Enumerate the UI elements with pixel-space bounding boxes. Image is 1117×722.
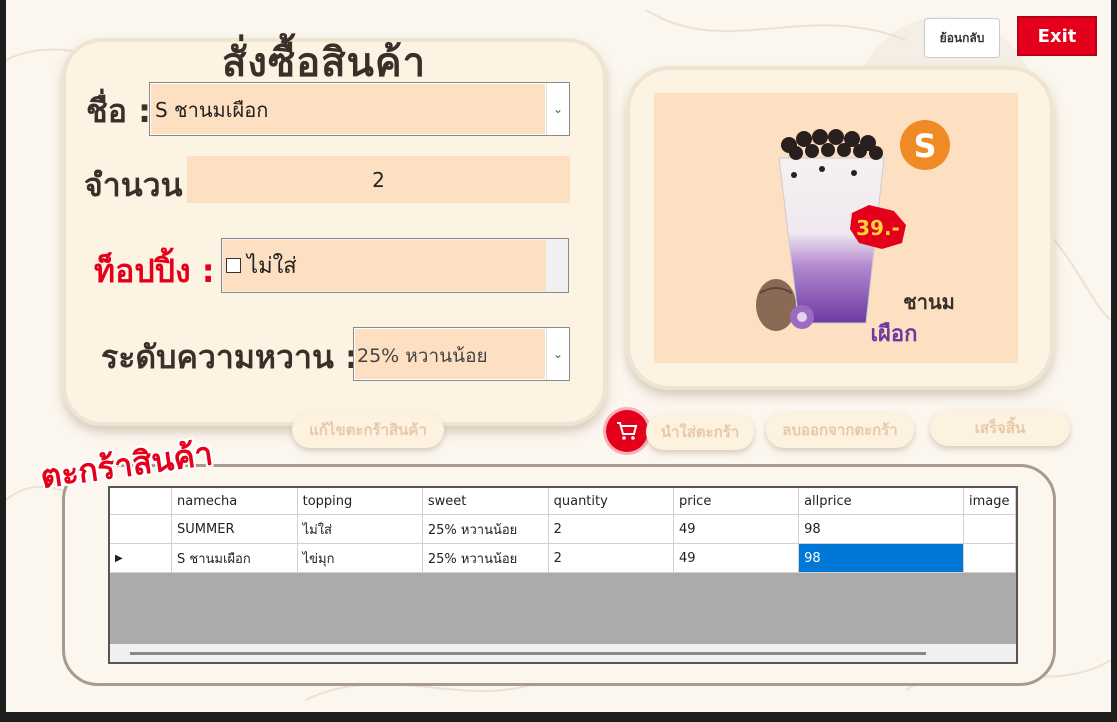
table-cell[interactable]: 49 bbox=[673, 543, 800, 573]
exit-button-label: Exit bbox=[1037, 25, 1077, 47]
column-header[interactable]: quantity bbox=[548, 488, 674, 515]
add-to-cart-label: นำใส่ตะกร้า bbox=[660, 423, 740, 441]
topping-item-label: ไม่ใส่ bbox=[247, 254, 297, 279]
remove-from-cart-label: ลบออกจากตะกร้า bbox=[782, 421, 898, 439]
table-cell[interactable] bbox=[963, 543, 1016, 573]
cart-icon[interactable] bbox=[606, 410, 648, 452]
name-select-value: S ชานมเผือก bbox=[151, 84, 545, 134]
table-cell[interactable]: ไม่ใส่ bbox=[297, 514, 423, 544]
chevron-down-icon[interactable]: ⌄ bbox=[546, 83, 569, 135]
table-cell[interactable]: S ชานมเผือก bbox=[171, 543, 298, 573]
table-cell[interactable]: 49 bbox=[673, 514, 800, 544]
chevron-down-icon[interactable]: ⌄ bbox=[546, 328, 569, 380]
table-cell[interactable]: 25% หวานน้อย bbox=[422, 543, 549, 573]
table-cell[interactable]: 2 bbox=[548, 543, 674, 573]
table-cell[interactable]: 98 bbox=[798, 514, 964, 544]
table-cell[interactable]: 2 bbox=[548, 514, 674, 544]
quantity-input[interactable]: 2 bbox=[187, 156, 570, 203]
svg-text:39.-: 39.- bbox=[856, 216, 900, 240]
product-image: S 39.- ชานม เผือก bbox=[654, 93, 1018, 363]
edit-cart-label: แก้ไขตะกร้าสินค้า bbox=[309, 421, 427, 439]
finish-button[interactable]: เสร็จสิ้น bbox=[930, 410, 1070, 446]
table-cell[interactable]: SUMMER bbox=[171, 514, 298, 544]
sweetness-select-value: 25% หวานน้อย bbox=[355, 329, 545, 379]
exit-button[interactable]: Exit bbox=[1017, 16, 1097, 56]
horizontal-scrollbar[interactable] bbox=[110, 644, 1016, 662]
topping-checkbox[interactable] bbox=[226, 258, 241, 273]
add-to-cart-button[interactable]: นำใส่ตะกร้า bbox=[646, 414, 754, 450]
row-header[interactable] bbox=[110, 514, 173, 544]
table-cell[interactable]: ไข่มุก bbox=[297, 543, 423, 573]
scrollbar-thumb[interactable] bbox=[130, 652, 926, 655]
remove-from-cart-button[interactable]: ลบออกจากตะกร้า bbox=[766, 412, 914, 448]
column-header[interactable]: allprice bbox=[798, 488, 964, 515]
bubble-tea-illustration: S 39.- ชานม เผือก bbox=[756, 120, 955, 347]
cart-table[interactable]: namecha topping sweet quantity price all… bbox=[108, 486, 1018, 664]
column-header[interactable]: sweet bbox=[422, 488, 549, 515]
column-header[interactable]: namecha bbox=[171, 488, 298, 515]
name-label: ชื่อ : bbox=[86, 92, 151, 130]
column-header[interactable]: image bbox=[963, 488, 1016, 515]
table-row[interactable]: ▶ S ชานมเผือก ไข่มุก 25% หวานน้อย 2 49 9… bbox=[110, 543, 1016, 573]
table-cell[interactable]: 25% หวานน้อย bbox=[422, 514, 549, 544]
sweetness-label: ระดับความหวาน : bbox=[101, 338, 358, 376]
order-window: สั่งซื้อสินค้า ชื่อ : S ชานมเผือก ⌄ จำนว… bbox=[6, 0, 1111, 712]
topping-list[interactable]: ไม่ใส่ bbox=[221, 238, 569, 293]
back-button[interactable]: ย้อนกลับ bbox=[924, 18, 1000, 58]
table-cell[interactable] bbox=[963, 514, 1016, 544]
svg-text:S: S bbox=[913, 127, 936, 165]
svg-text:เผือก: เผือก bbox=[871, 322, 918, 347]
back-button-label: ย้อนกลับ bbox=[939, 30, 985, 45]
row-header-current[interactable]: ▶ bbox=[110, 543, 173, 573]
quantity-label: จำนวน bbox=[84, 166, 183, 204]
table-header-row: namecha topping sweet quantity price all… bbox=[110, 488, 1016, 515]
sweetness-select[interactable]: 25% หวานน้อย ⌄ bbox=[353, 327, 570, 381]
column-header[interactable]: topping bbox=[297, 488, 423, 515]
name-select[interactable]: S ชานมเผือก ⌄ bbox=[149, 82, 570, 136]
topping-label: ท็อปปิ้ง : bbox=[94, 252, 215, 290]
table-row[interactable]: SUMMER ไม่ใส่ 25% หวานน้อย 2 49 98 bbox=[110, 514, 1016, 544]
topping-item[interactable]: ไม่ใส่ bbox=[223, 240, 546, 291]
selected-cell[interactable]: 98 bbox=[798, 543, 964, 573]
column-header[interactable]: price bbox=[673, 488, 800, 515]
shopping-cart-icon bbox=[617, 422, 638, 440]
svg-text:ชานม: ชานม bbox=[903, 290, 955, 314]
finish-label: เสร็จสิ้น bbox=[974, 419, 1026, 437]
edit-cart-button[interactable]: แก้ไขตะกร้าสินค้า bbox=[292, 412, 444, 448]
row-header-corner bbox=[110, 488, 173, 515]
